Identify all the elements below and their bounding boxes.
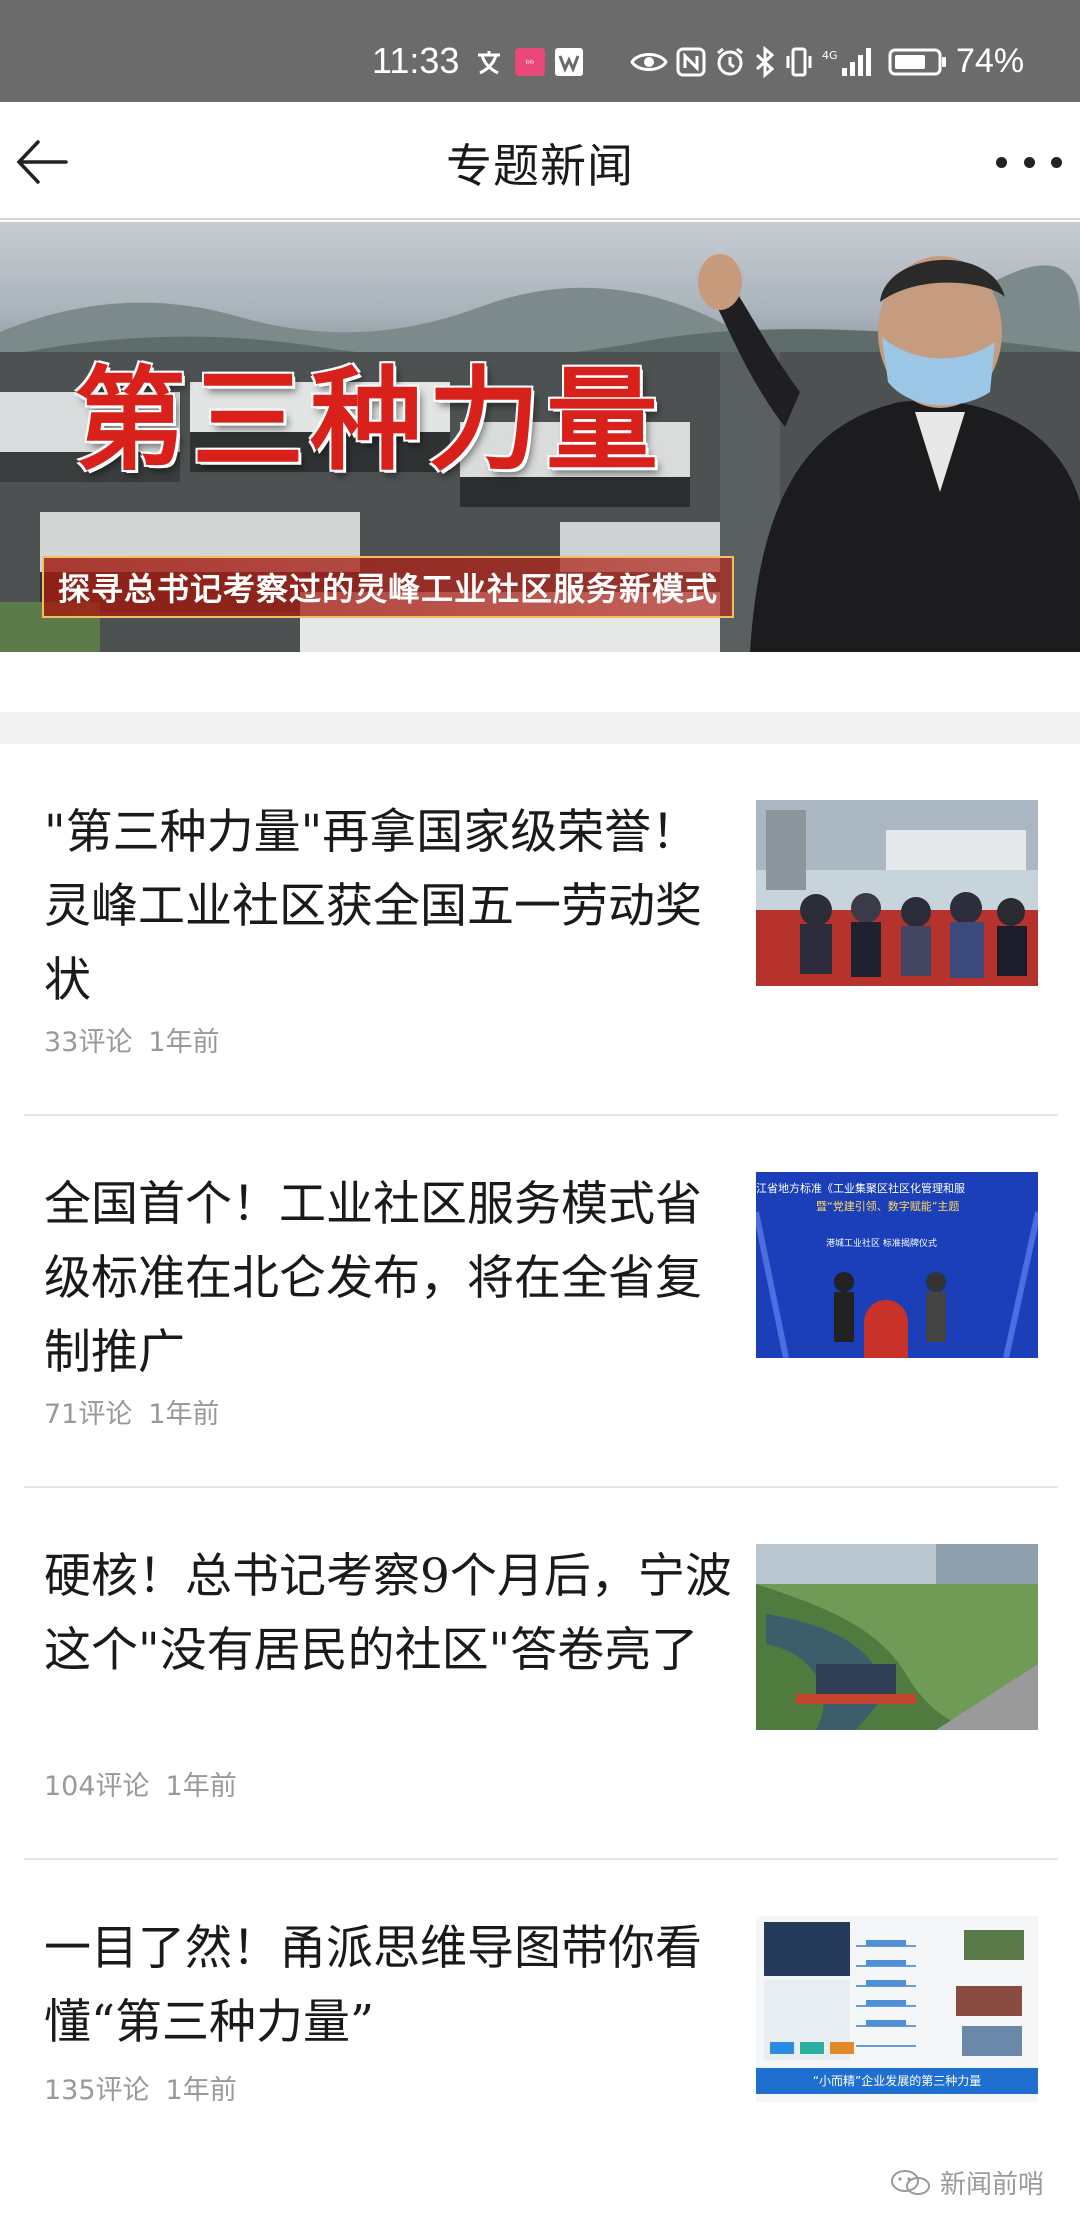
comment-count: 71评论 [44,1399,133,1430]
comment-count: 135评论 [44,2075,150,2106]
publish-time: 1年前 [165,2075,237,2106]
svg-text:4G: 4G [822,49,838,62]
article-title: 硬核！总书记考察9个月后，宁波这个"没有居民的社区"答卷亮了 [44,1549,732,1678]
page-title: 专题新闻 [446,139,634,193]
app-badge-icon: ᵇᵇ [514,46,546,78]
svg-text:ᵇᵇ: ᵇᵇ [526,59,535,70]
translate-icon [474,46,504,78]
article-item[interactable]: "第三种力量"再拿国家级荣誉！灵峰工业社区获全国五一劳动奖状 33评论 1年前 [24,744,1058,1116]
article-item[interactable]: 硬核！总书记考察9个月后，宁波这个"没有居民的社区"答卷亮了 104评论 1年前 [24,1488,1058,1860]
article-thumbnail: “小而精”企业发展的第三种力量 [756,1916,1038,2102]
signal-icon: 4G [822,46,878,78]
more-options-button[interactable] [996,142,1062,182]
nfc-icon [676,46,706,78]
comment-count: 104评论 [44,1771,150,1802]
article-meta: 104评论 1年前 [44,1764,253,1803]
battery-percent: 74% [956,42,1025,80]
more-dots-icon [996,156,1007,168]
watermark-text: 新闻前哨 [940,2170,1045,2200]
article-title: 全国首个！工业社区服务模式省级标准在北仑发布，将在全省复制推广 [44,1177,702,1380]
publish-time: 1年前 [165,1771,237,1802]
battery-icon [888,46,948,78]
article-meta: 135评论 1年前 [44,2068,253,2107]
bluetooth-icon [754,46,776,78]
topic-banner[interactable]: 第三种力量 探寻总书记考察过的灵峰工业社区服务新模式 [0,222,1080,652]
article-thumbnail [756,800,1038,986]
status-bar: 11:33 ᵇᵇ 4G 74% [0,0,1080,102]
publish-time: 1年前 [148,1027,220,1058]
nav-bar: 专题新闻 [0,102,1080,220]
article-thumbnail [756,1544,1038,1730]
publish-time: 1年前 [148,1399,220,1430]
comment-count: 33评论 [44,1027,133,1058]
vibrate-icon [784,46,814,78]
banner-title: 第三种力量 [74,355,664,486]
person-waving-image [698,254,1080,652]
article-title: "第三种力量"再拿国家级荣誉！灵峰工业社区获全国五一劳动奖状 [44,805,702,1008]
thumbnail-caption: “小而精”企业发展的第三种力量 [812,2074,982,2088]
watermark: 新闻前哨 [890,2164,1044,2201]
article-meta: 33评论 1年前 [44,1020,236,1059]
article-thumbnail: 江省地方标准《工业集聚区社区化管理和服 暨“党建引领、数字赋能”主题 港城工业社… [756,1172,1038,1358]
wps-icon [554,46,584,78]
status-time: 11:33 [372,40,460,81]
wechat-icon [891,2169,930,2195]
article-item[interactable]: 全国首个！工业社区服务模式省级标准在北仑发布，将在全省复制推广 71评论 1年前 … [24,1116,1058,1488]
banner-subtitle: 探寻总书记考察过的灵峰工业社区服务新模式 [42,556,735,618]
eye-icon [630,46,668,78]
article-meta: 71评论 1年前 [44,1392,236,1431]
section-divider [0,712,1080,744]
alarm-icon [714,46,746,78]
article-title: 一目了然！甬派思维导图带你看懂“第三种力量” [44,1921,702,2050]
